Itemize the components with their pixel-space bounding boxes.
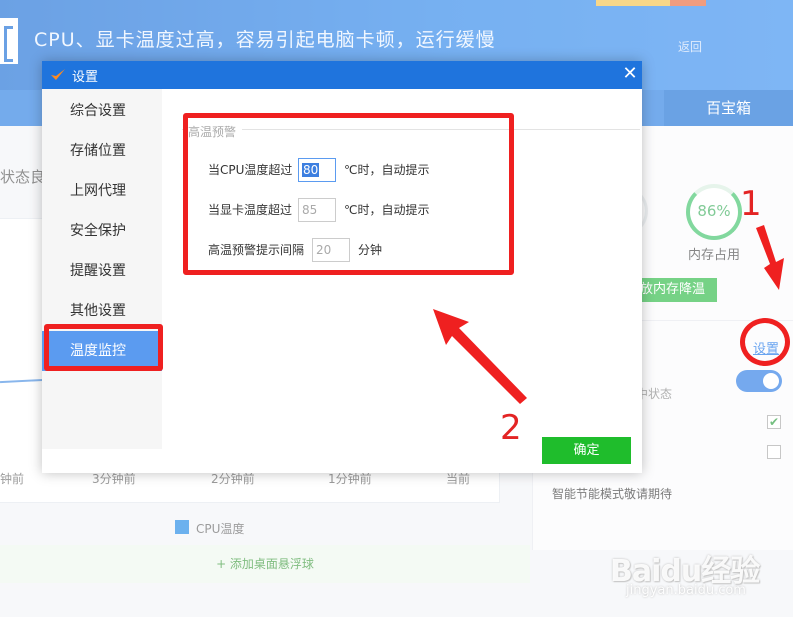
arrow-1 [756, 225, 784, 290]
arrow-2 [433, 309, 527, 404]
annotation-arrows [433, 225, 784, 404]
watermark-url: jingyan.baidu.com [626, 583, 746, 598]
